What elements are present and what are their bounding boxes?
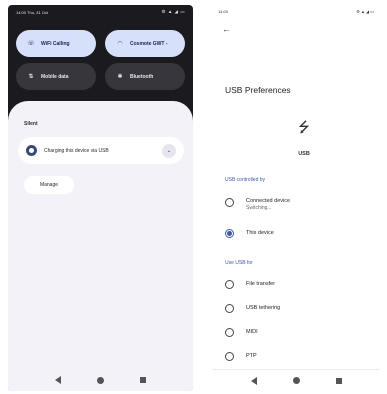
usb-label: USB	[298, 151, 310, 157]
nav-recents-icon[interactable]	[140, 377, 146, 383]
radio-button[interactable]	[225, 352, 234, 361]
option-label: PTP	[246, 353, 257, 359]
manage-button[interactable]: Manage	[24, 176, 74, 194]
quick-tile-wifi-calling[interactable]: ☏ WiFi Calling	[16, 30, 96, 57]
option-label: This device	[246, 230, 274, 236]
back-arrow-icon[interactable]: ←	[222, 24, 231, 34]
radio-button[interactable]	[225, 328, 234, 337]
quick-tile-mobile-data[interactable]: ⇅ Mobile data	[16, 63, 96, 90]
status-icons: ⚙ ▲ ◢ ▭	[161, 9, 185, 14]
option-sublabel: Switching...	[246, 205, 272, 211]
phone-wifi-icon: ☏	[27, 41, 35, 47]
radio-button[interactable]	[225, 304, 234, 313]
status-bar: 14:00 Thu, 31 Oct ⚙ ▲ ◢ ▭	[8, 5, 193, 19]
option-label: Connected device	[246, 198, 291, 204]
navigation-bar	[212, 369, 380, 391]
quick-tile-bluetooth[interactable]: ✱ Bluetooth	[105, 63, 185, 90]
radio-button-selected[interactable]	[225, 229, 234, 238]
expand-chevron-icon[interactable]: ⌄	[162, 143, 176, 158]
option-label: USB tethering	[246, 305, 281, 311]
section-label-silent: Silent	[24, 121, 38, 127]
option-label: File transfer	[246, 281, 276, 287]
wifi-icon: ◠	[117, 41, 123, 47]
status-time: 14:00 Thu, 31 Oct	[16, 9, 48, 15]
usb-icon: ⭍	[298, 119, 310, 135]
radio-option-ptp[interactable]: PTP	[225, 352, 375, 361]
quick-tile-label: Mobile data	[41, 73, 69, 80]
nav-back-icon[interactable]	[55, 376, 61, 384]
section-header-controlled-by: USB controlled by	[225, 177, 266, 183]
notification-panel: Silent Charging this device via USB ⌄ Ma…	[8, 101, 193, 391]
nav-home-icon[interactable]	[292, 377, 300, 384]
radio-button[interactable]	[225, 198, 234, 207]
section-header-use-usb-for: Use USB for	[225, 260, 253, 266]
radio-option-this-device[interactable]: This device	[225, 229, 375, 238]
status-bar: 14:00 ⚙ ▲ ◢ ▭	[212, 5, 380, 17]
radio-button[interactable]	[225, 280, 234, 289]
nav-back-icon[interactable]	[250, 376, 257, 385]
android-system-icon	[26, 145, 37, 156]
mobile-data-icon: ⇅	[28, 74, 34, 80]
bluetooth-icon: ✱	[117, 74, 123, 80]
usb-preferences-screen: 14:00 ⚙ ▲ ◢ ▭ ← USB Preferences ⭍ USB US…	[212, 5, 380, 391]
radio-option-midi[interactable]: MIDI	[225, 328, 375, 337]
radio-option-usb-tethering[interactable]: USB tethering	[225, 304, 375, 313]
nav-recents-icon[interactable]	[335, 377, 342, 384]
quick-tile-label: Bluetooth	[130, 73, 154, 80]
navigation-bar	[8, 369, 193, 391]
status-time: 14:00	[218, 8, 229, 14]
quick-tile-internet[interactable]: ◠ Cosmote GWT -	[105, 30, 185, 57]
radio-option-connected-device[interactable]: Connected device Switching...	[225, 198, 375, 211]
quick-tile-label: Cosmote GWT -	[130, 40, 168, 47]
status-icons: ⚙ ▲ ◢ ▭	[356, 8, 374, 14]
notification-shade-screen: 14:00 Thu, 31 Oct ⚙ ▲ ◢ ▭ ☏ WiFi Calling…	[8, 5, 193, 391]
radio-option-file-transfer[interactable]: File transfer	[225, 280, 375, 289]
quick-tile-label: WiFi Calling	[41, 40, 70, 47]
notification-text: Charging this device via USB	[44, 147, 109, 154]
nav-home-icon[interactable]	[97, 376, 104, 384]
usb-charging-notification[interactable]: Charging this device via USB ⌄	[18, 137, 184, 164]
page-title: USB Preferences	[225, 85, 291, 95]
option-label: MIDI	[246, 329, 258, 335]
